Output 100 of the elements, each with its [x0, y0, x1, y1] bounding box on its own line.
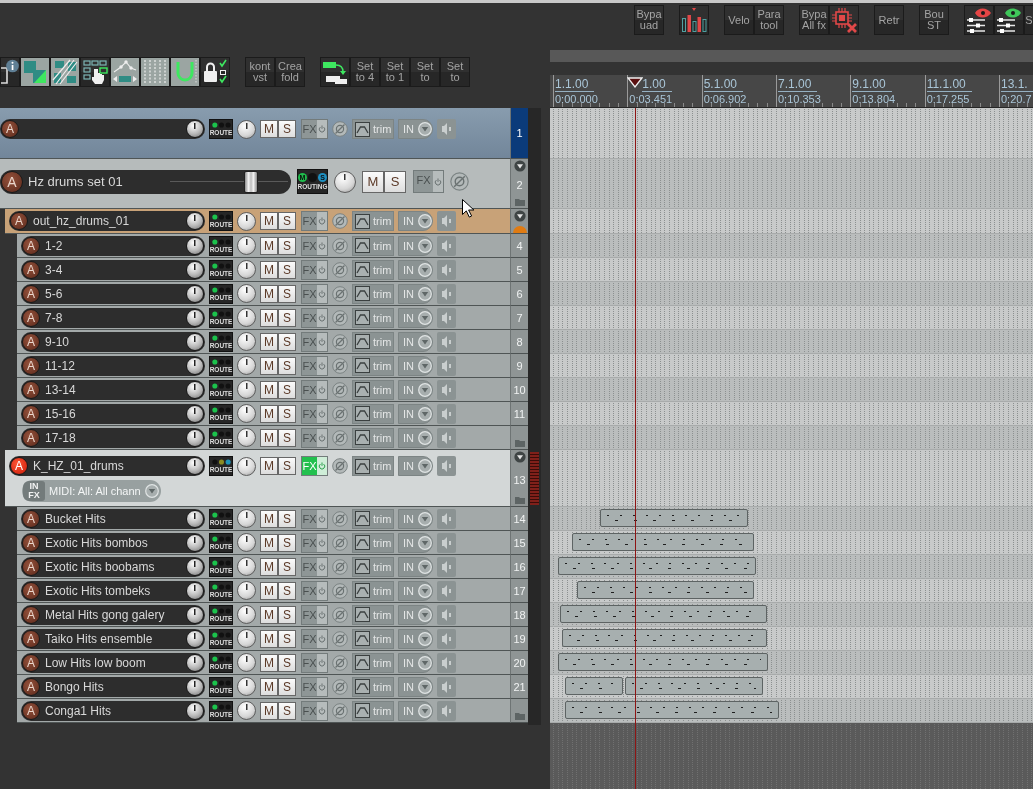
solo-button[interactable]: S [278, 260, 296, 279]
fx-button[interactable]: FX [301, 283, 328, 304]
mute-button[interactable]: M [260, 404, 278, 423]
volume-knob-icon[interactable] [186, 120, 204, 138]
toolbar-button[interactable]: Crea fold [275, 57, 305, 87]
mute-button[interactable]: M [260, 509, 278, 528]
mute-button[interactable]: M [260, 332, 278, 351]
mute-button[interactable]: M [260, 308, 278, 327]
record-arm-button[interactable]: A [22, 629, 40, 648]
trim-button[interactable]: trim [352, 283, 394, 304]
pan-knob-icon[interactable] [237, 284, 256, 303]
pan-knob-icon[interactable] [237, 509, 256, 528]
track-number-cell[interactable]: 20 [510, 651, 528, 675]
track-number-cell[interactable]: 18 [510, 603, 528, 627]
pan-knob-icon[interactable] [237, 605, 256, 624]
pan-knob-icon[interactable] [237, 428, 256, 447]
record-arm-button[interactable]: A [22, 581, 40, 600]
midi-item[interactable] [572, 533, 754, 551]
track-number-cell[interactable]: 6 [510, 282, 528, 306]
mute-button[interactable]: M [260, 236, 278, 255]
toolbar-button[interactable]: Set to [440, 57, 470, 87]
toolbar-button[interactable] [320, 57, 350, 87]
mute-button[interactable]: M [260, 581, 278, 600]
solo-button[interactable]: S [278, 356, 296, 375]
collapse-icon[interactable] [513, 451, 526, 463]
trim-button[interactable]: trim [352, 403, 394, 424]
track-number-cell[interactable]: 11 [510, 402, 528, 426]
toolbar-button[interactable]: Set to 4 [350, 57, 380, 87]
pan-knob-icon[interactable] [237, 557, 256, 576]
fx-button[interactable]: FX [301, 379, 328, 400]
record-arm-button[interactable]: A [22, 653, 40, 672]
solo-button[interactable]: S [278, 332, 296, 351]
toolbar-button[interactable]: Set to 1 [380, 57, 410, 87]
trim-button[interactable]: trim [352, 211, 394, 231]
mute-button[interactable]: M [260, 120, 278, 138]
midi-item[interactable] [558, 653, 768, 671]
fx-button[interactable]: FX [301, 628, 328, 649]
trim-button[interactable]: trim [352, 235, 394, 256]
slider-thumb[interactable] [243, 170, 258, 193]
toolbar-button[interactable] [994, 5, 1024, 35]
fx-button[interactable]: FX [301, 355, 328, 376]
midi-item[interactable] [565, 701, 779, 719]
volume-knob-icon[interactable] [186, 332, 204, 351]
solo-button[interactable]: S [278, 404, 296, 423]
volume-knob-icon[interactable] [186, 404, 204, 423]
solo-button[interactable]: S [278, 284, 296, 303]
record-arm-button[interactable]: A [22, 509, 40, 528]
toolbar-button[interactable] [170, 57, 200, 87]
solo-button[interactable]: S [278, 509, 296, 528]
solo-button[interactable]: S [278, 533, 296, 552]
pan-knob-icon[interactable] [237, 677, 256, 696]
playhead-marker[interactable] [627, 77, 643, 88]
mute-button[interactable]: M [260, 380, 278, 399]
trim-button[interactable]: trim [352, 676, 394, 697]
fx-button[interactable]: FX [413, 170, 444, 193]
mute-button[interactable]: M [260, 356, 278, 375]
pan-knob-icon[interactable] [237, 581, 256, 600]
fx-button[interactable]: FX [301, 604, 328, 625]
trim-button[interactable]: trim [352, 700, 394, 721]
trim-button[interactable]: trim [352, 427, 394, 448]
midi-item[interactable] [625, 677, 763, 695]
record-arm-button[interactable]: A [22, 677, 40, 696]
fx-button[interactable]: FX [301, 508, 328, 529]
toolbar-button[interactable]: S [1024, 5, 1033, 35]
record-arm-button[interactable]: A [22, 236, 40, 255]
fx-button[interactable]: FX [301, 580, 328, 601]
pan-knob-icon[interactable] [237, 456, 256, 476]
solo-button[interactable]: S [278, 581, 296, 600]
fx-button[interactable]: FX [301, 676, 328, 697]
record-arm-button[interactable]: A [22, 605, 40, 624]
phase-invert-icon[interactable] [332, 458, 348, 474]
trim-button[interactable]: trim [352, 259, 394, 280]
volume-knob-icon[interactable] [186, 629, 204, 648]
track-number-cell[interactable]: 1 [510, 108, 528, 159]
record-arm-button[interactable]: A [22, 557, 40, 576]
record-arm-button[interactable]: A [1, 170, 23, 193]
trim-button[interactable]: trim [352, 508, 394, 529]
phase-invert-icon[interactable] [450, 172, 469, 191]
midi-item[interactable] [558, 557, 756, 575]
volume-knob-icon[interactable] [186, 457, 204, 475]
pan-knob-icon[interactable] [237, 119, 256, 139]
mute-button[interactable]: M [260, 284, 278, 303]
volume-knob-icon[interactable] [186, 308, 204, 327]
solo-button[interactable]: S [278, 677, 296, 696]
solo-button[interactable]: S [278, 212, 296, 230]
toolbar-button[interactable] [679, 5, 709, 35]
record-arm-button[interactable]: A [22, 533, 40, 552]
volume-knob-icon[interactable] [186, 236, 204, 255]
toolbar-button[interactable]: Bypa uad [634, 5, 664, 35]
trim-button[interactable]: trim [352, 331, 394, 352]
pan-knob-icon[interactable] [237, 356, 256, 375]
volume-knob-icon[interactable] [186, 284, 204, 303]
toolbar-button[interactable]: kont vst [245, 57, 275, 87]
volume-knob-icon[interactable] [186, 557, 204, 576]
mute-button[interactable]: M [260, 677, 278, 696]
pan-knob-icon[interactable] [237, 629, 256, 648]
trim-button[interactable]: trim [352, 456, 394, 476]
record-arm-button[interactable]: A [22, 332, 40, 351]
midi-item[interactable] [560, 605, 767, 623]
solo-button[interactable]: S [278, 236, 296, 255]
